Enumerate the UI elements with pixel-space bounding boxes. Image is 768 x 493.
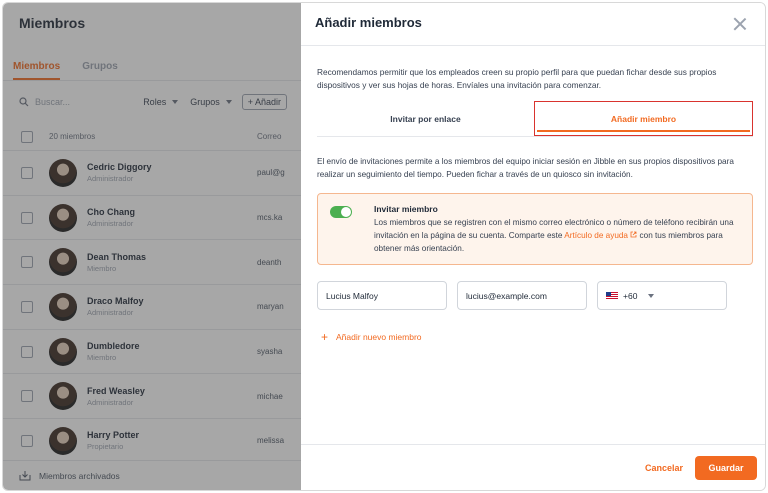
chevron-down-icon[interactable] xyxy=(648,293,655,298)
invite-description: El envío de invitaciones permite a los m… xyxy=(317,157,734,179)
member-input-row: +60 xyxy=(317,281,727,310)
panel-header: Añadir miembros xyxy=(301,3,765,45)
panel-footer: Cancelar Guardar xyxy=(301,444,765,490)
notice-title: Invitar miembro xyxy=(374,204,438,214)
help-article-link[interactable]: Artículo de ayuda xyxy=(564,231,637,240)
invite-tabs: Invitar por enlace Añadir miembro xyxy=(317,101,753,137)
cancel-button[interactable]: Cancelar xyxy=(645,463,683,473)
divider xyxy=(301,45,765,46)
plus-icon: + xyxy=(321,330,329,344)
add-members-panel: Añadir miembros Recomendamos permitir qu… xyxy=(301,3,765,490)
panel-title: Añadir miembros xyxy=(315,14,422,30)
tab-invite-by-link[interactable]: Invitar por enlace xyxy=(317,101,534,136)
modal-backdrop[interactable] xyxy=(3,3,303,490)
phone-field[interactable]: +60 xyxy=(597,281,727,310)
members-page: Miembros Miembros Grupos Buscar... Roles… xyxy=(3,3,303,490)
add-new-member-button[interactable]: + Añadir nuevo miembro xyxy=(321,330,422,344)
save-button[interactable]: Guardar xyxy=(695,455,757,480)
us-flag-icon xyxy=(606,291,618,300)
intro-text: Recomendamos permitir que los empleados … xyxy=(317,67,717,90)
country-code: +60 xyxy=(623,290,638,301)
invite-notice: Invitar miembro Los miembros que se regi… xyxy=(317,193,753,265)
notice-text: Los miembros que se registren con el mis… xyxy=(374,218,734,253)
close-icon[interactable] xyxy=(733,17,747,31)
app-window: Miembros Miembros Grupos Buscar... Roles… xyxy=(2,2,766,491)
invite-member-toggle[interactable] xyxy=(330,206,352,218)
notice-body: Invitar miembro Los miembros que se regi… xyxy=(374,204,740,254)
tab-add-member[interactable]: Añadir miembro xyxy=(534,101,753,136)
email-field[interactable] xyxy=(457,281,587,310)
name-field[interactable] xyxy=(317,281,447,310)
